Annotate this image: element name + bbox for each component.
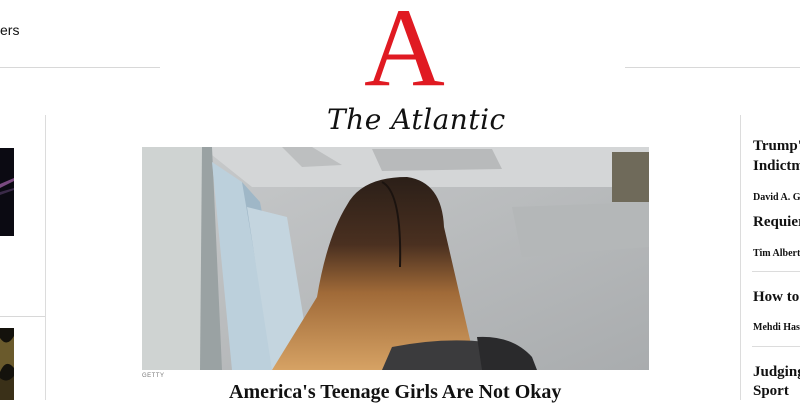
right-rail-story-1-title-line-1[interactable]: Trump's bbox=[753, 137, 800, 156]
thumbnail-image bbox=[0, 148, 14, 236]
hero-photo-teenage-girl bbox=[142, 147, 649, 370]
left-column-divider bbox=[45, 115, 46, 400]
right-rail-story-4-title-line-2[interactable]: Sport bbox=[753, 382, 789, 401]
hero-headline[interactable]: America's Teenage Girls Are Not Okay bbox=[229, 381, 561, 404]
right-rail-story-1-title-line-2[interactable]: Indictm bbox=[753, 157, 800, 176]
header-rule-left bbox=[0, 67, 160, 68]
right-rail-divider-2 bbox=[752, 346, 800, 347]
left-story-thumbnail-1[interactable] bbox=[0, 148, 14, 236]
left-story-thumbnail-2[interactable] bbox=[0, 328, 14, 400]
left-column-rule bbox=[0, 316, 45, 317]
right-rail-story-3-title[interactable]: How to bbox=[753, 288, 799, 307]
atlantic-wordmark[interactable]: The Atlantic bbox=[327, 106, 506, 134]
nav-item-partial[interactable]: ers bbox=[0, 22, 19, 38]
right-rail-story-3-author[interactable]: Mehdi Has bbox=[753, 322, 800, 333]
right-rail-divider-1 bbox=[752, 271, 800, 272]
atlantic-logo-letter[interactable]: A bbox=[364, 0, 445, 104]
thumbnail-image bbox=[0, 328, 14, 400]
right-rail-story-2-author[interactable]: Tim Albert bbox=[753, 248, 800, 259]
photo-credit: GETTY bbox=[142, 373, 165, 379]
right-rail-story-4-title-line-1[interactable]: Judging bbox=[753, 363, 800, 382]
hero-image[interactable] bbox=[142, 147, 649, 370]
header-rule-right bbox=[625, 67, 800, 68]
right-column-divider bbox=[740, 115, 741, 400]
right-rail-story-1-author[interactable]: David A. G bbox=[753, 192, 800, 203]
right-rail-story-2-title[interactable]: Requier bbox=[753, 213, 800, 232]
